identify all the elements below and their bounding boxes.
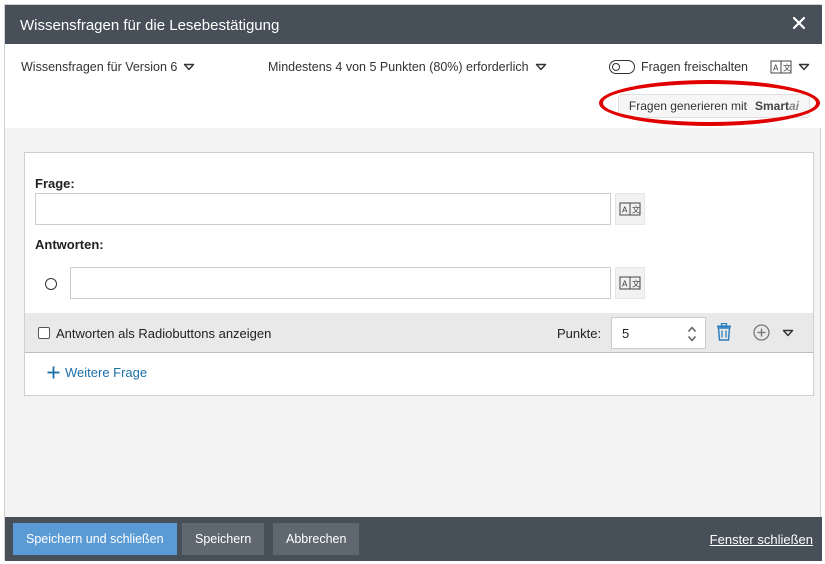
question-input[interactable] (35, 193, 611, 225)
generate-with-smartai-button[interactable]: Fragen generieren mit Smartai (617, 94, 810, 118)
chevron-down-icon (535, 63, 546, 71)
points-stepper[interactable]: 5 (611, 317, 706, 349)
svg-text:文: 文 (632, 205, 640, 215)
dialog-titlebar: Wissensfragen für die Lesebestätigung (5, 5, 822, 44)
chevron-down-icon[interactable] (782, 329, 794, 337)
chevron-down-icon (798, 63, 810, 71)
save-button[interactable]: Speichern (182, 523, 265, 555)
points-value: 5 (622, 326, 630, 341)
smartai-logo: Smartai (755, 99, 799, 113)
threshold-dropdown[interactable]: Mindestens 4 von 5 Punkten (80%) erforde… (268, 60, 547, 74)
radio-buttons-checkbox-label: Antworten als Radiobuttons anzeigen (56, 326, 272, 341)
add-circle-icon[interactable] (753, 324, 770, 341)
dialog-title: Wissensfragen für die Lesebestätigung (20, 17, 280, 34)
smartai-brand-suffix: ai (788, 99, 799, 113)
svg-text:A: A (622, 206, 628, 215)
cancel-button[interactable]: Abbrechen (273, 523, 360, 555)
trash-icon[interactable] (716, 323, 732, 341)
points-label: Punkte: (557, 326, 602, 341)
version-label: Wissensfragen für Version 6 (21, 60, 178, 74)
generate-label: Fragen generieren mit (628, 99, 747, 113)
question-label: Frage: (35, 176, 75, 191)
question-options-bar: Antworten als Radiobuttons anzeigen Punk… (25, 313, 813, 353)
spinner-arrows-icon[interactable] (687, 325, 697, 343)
svg-text:文: 文 (783, 63, 791, 73)
svg-text:文: 文 (632, 279, 640, 289)
answer-translate-button[interactable]: A 文 (615, 267, 645, 299)
svg-text:A: A (773, 64, 779, 73)
answers-label: Antworten: (35, 237, 104, 252)
translate-dropdown[interactable]: A 文 (770, 60, 810, 74)
add-question-label: Weitere Frage (65, 365, 148, 380)
dialog-footer: Speichern und schließen Speichern Abbrec… (5, 517, 822, 561)
translate-icon: A 文 (770, 60, 792, 74)
plus-icon (47, 366, 60, 379)
question-translate-button[interactable]: A 文 (615, 193, 645, 225)
threshold-label: Mindestens 4 von 5 Punkten (80%) erforde… (268, 60, 529, 74)
answer-input[interactable] (70, 267, 611, 299)
question-card: Frage: A 文 Antworten: A 文 Antworten als … (24, 152, 814, 396)
translate-icon: A 文 (619, 276, 641, 290)
svg-text:A: A (622, 280, 628, 289)
toggle-label: Fragen freischalten (641, 60, 749, 74)
toolbar: Wissensfragen für Version 6 Mindestens 4… (5, 44, 822, 128)
close-window-link[interactable]: Fenster schließen (710, 532, 813, 547)
answer-radio[interactable] (45, 278, 57, 290)
toggle-switch[interactable] (609, 60, 635, 74)
toggle-knob (612, 62, 620, 71)
smartai-brand-main: Smart (754, 99, 789, 113)
chevron-down-icon (184, 63, 195, 71)
version-dropdown[interactable]: Wissensfragen für Version 6 (21, 60, 195, 74)
unlock-questions-toggle[interactable]: Fragen freischalten (609, 60, 748, 74)
close-icon[interactable] (791, 15, 807, 31)
dialog: Wissensfragen für die Lesebestätigung Wi… (4, 4, 822, 561)
radio-buttons-checkbox[interactable] (38, 327, 50, 339)
add-question-link[interactable]: Weitere Frage (47, 365, 147, 380)
save-and-close-button[interactable]: Speichern und schließen (13, 523, 177, 555)
translate-icon: A 文 (619, 202, 641, 216)
